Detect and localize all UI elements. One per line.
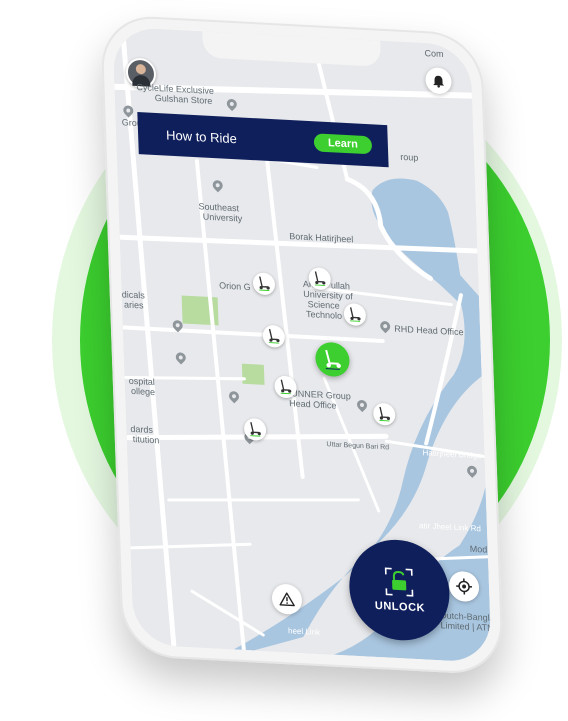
- scooter-icon: [268, 328, 280, 344]
- banner-title: How to Ride: [165, 127, 238, 146]
- scooter-icon: [250, 422, 261, 437]
- scooter-icon: [280, 379, 292, 395]
- map-label: titution: [132, 433, 160, 446]
- map-pin-icon: [380, 321, 390, 334]
- map-label: aries: [123, 299, 144, 311]
- map-pin-icon: [213, 180, 223, 193]
- map-screen: CycleLife Exclusive Gulshan Store Group …: [112, 26, 492, 663]
- scooter-icon: [314, 271, 326, 287]
- warning-icon: [279, 592, 295, 607]
- scooter-icon: [259, 276, 270, 292]
- map-label: Mod: [469, 543, 488, 555]
- map-pin-icon: [467, 466, 477, 479]
- scooter-icon: [379, 406, 391, 422]
- map-label: Technolo: [305, 308, 343, 321]
- road-label: heel Link: [287, 626, 321, 637]
- bell-icon: [433, 75, 445, 88]
- scooter-icon: [349, 307, 361, 323]
- map-label: ollege: [130, 385, 156, 398]
- locate-icon: [456, 578, 473, 595]
- map-pin-icon: [229, 391, 239, 404]
- unlock-label: UNLOCK: [374, 599, 426, 615]
- map-pin-icon: [123, 105, 133, 118]
- map-pin-icon: [357, 400, 367, 413]
- learn-button[interactable]: Learn: [313, 133, 373, 155]
- padlock-open-icon: [384, 567, 414, 597]
- map-pin-icon: [176, 352, 186, 365]
- map-pin-icon: [173, 320, 183, 333]
- map-label: University: [202, 211, 243, 224]
- map-label: Com: [424, 48, 444, 60]
- map-pin-icon: [227, 99, 237, 112]
- scooter-icon: [325, 349, 341, 371]
- map-label: Orion G: [219, 280, 251, 293]
- map-label: roup: [400, 151, 419, 163]
- phone-frame: CycleLife Exclusive Gulshan Store Group …: [100, 14, 505, 676]
